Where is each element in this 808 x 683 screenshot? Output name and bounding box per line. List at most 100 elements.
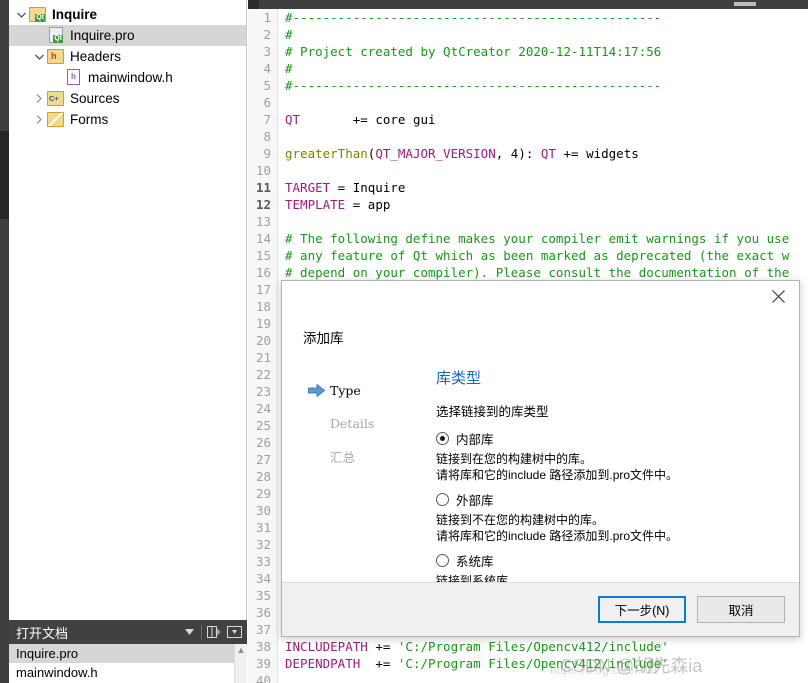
tree-item-label: Inquire.pro [70,28,135,43]
code-text: TARGET = Inquire [278,179,405,196]
tree-item-label: Inquire [52,7,98,22]
line-number: 13 [248,213,278,230]
code-line[interactable]: 38 INCLUDEPATH += 'C:/Program Files/Openc… [248,638,808,655]
add-library-dialog[interactable]: 添加库 Type Details 汇总 库类型 选择链接到的库类型 内部库 链接到在您… [281,280,800,637]
code-token: QT [540,146,556,161]
code-line[interactable]: 16 # depend on your compiler). Please con… [248,264,808,281]
dialog-step-nav[interactable]: Type Details 汇总 [282,357,430,582]
chevron-down-icon[interactable] [13,7,29,23]
line-number: 21 [248,349,278,366]
code-token: += [367,639,398,654]
chevron-right-icon[interactable] [31,91,47,107]
code-token: TARGET [285,180,331,195]
code-line[interactable]: 15 # any feature of Qt which as been mark… [248,247,808,264]
split-view-icon[interactable] [204,622,224,642]
qt-pro-file-icon [47,27,65,44]
code-line[interactable]: 3 # Project created by QtCreator 2020-12-… [248,43,808,60]
radio-button[interactable] [436,492,449,506]
project-tree[interactable]: Inquire Inquire.pro Headers mainwindow.h Sou… [9,0,246,130]
code-line[interactable]: 11 TARGET = Inquire [248,179,808,196]
panel-menu-icon[interactable] [224,622,244,642]
open-documents-header: 打开文档 [9,620,247,644]
line-number: 8 [248,128,278,145]
radio-option-1[interactable]: 内部库 [436,429,785,447]
next-button[interactable]: 下一步(N) [598,596,686,623]
mode-selector-strip[interactable] [0,0,9,683]
code-line[interactable]: 9 greaterThan(QT_MAJOR_VERSION, 4): QT +=… [248,145,808,162]
code-text: # Project created by QtCreator 2020-12-1… [278,43,661,60]
radio-option-2[interactable]: 外部库 [436,490,785,508]
radio-desc-line-1: 链接到不在您的构建树中的库。 [436,513,605,527]
dialog-step-label: Type [330,382,361,398]
code-line[interactable]: 10 [248,162,808,179]
code-line[interactable]: 12 TEMPLATE = app [248,196,808,213]
line-number: 34 [248,570,278,587]
code-line[interactable]: 2 # [248,26,808,43]
line-number: 27 [248,451,278,468]
line-number: 26 [248,434,278,451]
line-number: 30 [248,502,278,519]
code-line[interactable]: 40 [248,672,808,683]
radio-option-description: 链接到在您的构建树中的库。 请将库和它的include 路径添加到.pro文件中。 [436,451,785,483]
chevron-down-icon[interactable] [179,622,199,642]
code-line[interactable]: 8 [248,128,808,145]
line-number: 23 [248,383,278,400]
open-document-item[interactable]: mainwindow.h [9,663,247,682]
code-line[interactable]: 5 #--------------------------------------… [248,77,808,94]
open-documents-list[interactable]: Inquire.pro mainwindow.h [9,644,247,682]
line-number: 10 [248,162,278,179]
radio-option-3[interactable]: 系统库 [436,551,785,569]
open-documents-scrollbar[interactable]: ▲ [234,644,247,683]
radio-button[interactable] [436,553,449,567]
close-icon[interactable] [765,285,791,307]
code-line[interactable]: 13 [248,213,808,230]
code-token: # depend on your compiler). Please consu… [285,265,790,280]
code-token: = app [345,197,391,212]
line-number: 18 [248,298,278,315]
line-number: 14 [248,230,278,247]
open-document-item[interactable]: Inquire.pro [9,644,247,663]
tree-item-sources[interactable]: Sources [9,88,246,109]
cancel-button[interactable]: 取消 [697,596,785,623]
line-number: 31 [248,519,278,536]
code-token: # any feature of Qt which as been marked… [285,248,790,263]
code-line[interactable]: 4 # [248,60,808,77]
line-number: 12 [248,196,278,213]
dialog-step-type[interactable]: Type [308,379,430,401]
code-token: += [360,656,398,671]
line-number: 3 [248,43,278,60]
code-text: #---------------------------------------… [278,77,661,94]
tree-item-headers[interactable]: Headers [9,46,246,67]
line-number: 17 [248,281,278,298]
library-type-options[interactable]: 内部库链接到在您的构建树中的库。 请将库和它的include 路径添加到.pro文… [436,429,785,605]
chevron-down-icon[interactable] [31,49,47,65]
code-line[interactable]: 6 [248,94,808,111]
line-number: 9 [248,145,278,162]
code-line[interactable]: 39 DEPENDPATH += 'C:/Program Files/Opencv… [248,655,808,672]
toolbar-divider [201,624,202,640]
code-line[interactable]: 1 #--------------------------------------… [248,9,808,26]
code-token: += widgets [555,146,639,161]
line-number: 36 [248,604,278,621]
tree-item-mainwindow-h[interactable]: mainwindow.h [9,67,246,88]
line-number: 1 [248,9,278,26]
tree-item-inquire[interactable]: Inquire [9,4,246,25]
dialog-step-summary[interactable]: 汇总 [308,445,430,467]
tree-item-inquire-pro[interactable]: Inquire.pro [9,25,246,46]
code-line[interactable]: 14 # The following define makes your comp… [248,230,808,247]
radio-button[interactable] [436,431,449,445]
chevron-right-icon[interactable] [31,112,47,128]
dialog-step-details[interactable]: Details [308,412,430,434]
tree-item-forms[interactable]: Forms [9,109,246,130]
dialog-body: Type Details 汇总 库类型 选择链接到的库类型 内部库 链接到在您的构建树… [282,357,799,604]
code-text: greaterThan(QT_MAJOR_VERSION, 4): QT += … [278,145,639,162]
mode-active-indicator [0,131,9,219]
editor-toolbar-button[interactable] [734,2,756,6]
tree-item-label: Headers [70,49,122,64]
code-line[interactable]: 7 QT += core gui [248,111,808,128]
